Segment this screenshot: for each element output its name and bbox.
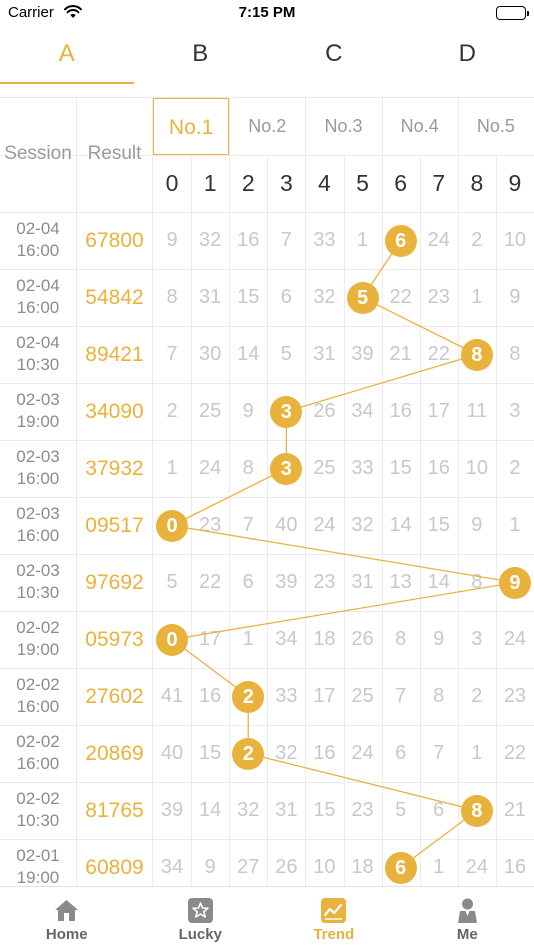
clock: 7:15 PM	[238, 4, 296, 21]
nav-lucky-label: Lucky	[178, 926, 222, 943]
home-icon	[55, 900, 79, 921]
nav-trend-label: Trend	[313, 926, 355, 943]
nav-home-label: Home	[45, 926, 88, 943]
trend-segment	[171, 467, 287, 527]
hit-digit-ball: 3	[270, 452, 303, 485]
tab-d[interactable]: D	[401, 28, 534, 84]
trend-segment	[171, 524, 516, 584]
hit-digit-ball: 0	[156, 509, 189, 542]
hit-digit-ball: 6	[384, 224, 417, 257]
hit-digit-ball: 0	[156, 623, 189, 656]
trend-segment	[362, 296, 478, 356]
nav-home[interactable]: Home	[0, 887, 134, 950]
bottom-nav: Home Lucky Trend Me	[0, 886, 534, 950]
tab-a[interactable]: A	[0, 28, 134, 84]
trend-chart-icon	[321, 898, 347, 923]
hit-digit-ball: 2	[232, 680, 265, 713]
hit-digit-ball: 8	[460, 338, 493, 371]
hit-digit-ball: 8	[460, 794, 493, 827]
nav-lucky[interactable]: Lucky	[134, 887, 268, 950]
tab-b[interactable]: B	[134, 28, 268, 84]
trend-segment	[286, 353, 478, 413]
status-bar: Carrier 7:15 PM	[0, 0, 534, 28]
hit-digit-ball: 6	[384, 851, 417, 884]
nav-trend[interactable]: Trend	[267, 887, 401, 950]
hit-digit-ball: 9	[498, 566, 531, 599]
trend-segment	[248, 752, 478, 812]
trend-line-chart	[171, 240, 516, 869]
trend-table[interactable]: Session Result No.1 No.2 No.3 No.4 No.5 0 1 2 3 4 5 6…	[0, 98, 534, 887]
person-icon	[457, 898, 477, 923]
trend-segment	[171, 581, 516, 641]
hit-digit-ball: 2	[232, 737, 265, 770]
section-tabs: A B C D	[0, 28, 534, 84]
nav-me[interactable]: Me	[401, 887, 534, 950]
battery-icon	[496, 6, 529, 20]
nav-me-label: Me	[456, 926, 478, 943]
hit-digit-ball: 5	[346, 281, 379, 314]
hit-digit-ball: 3	[270, 395, 303, 428]
star-icon	[187, 898, 213, 923]
tab-c[interactable]: C	[267, 28, 401, 84]
